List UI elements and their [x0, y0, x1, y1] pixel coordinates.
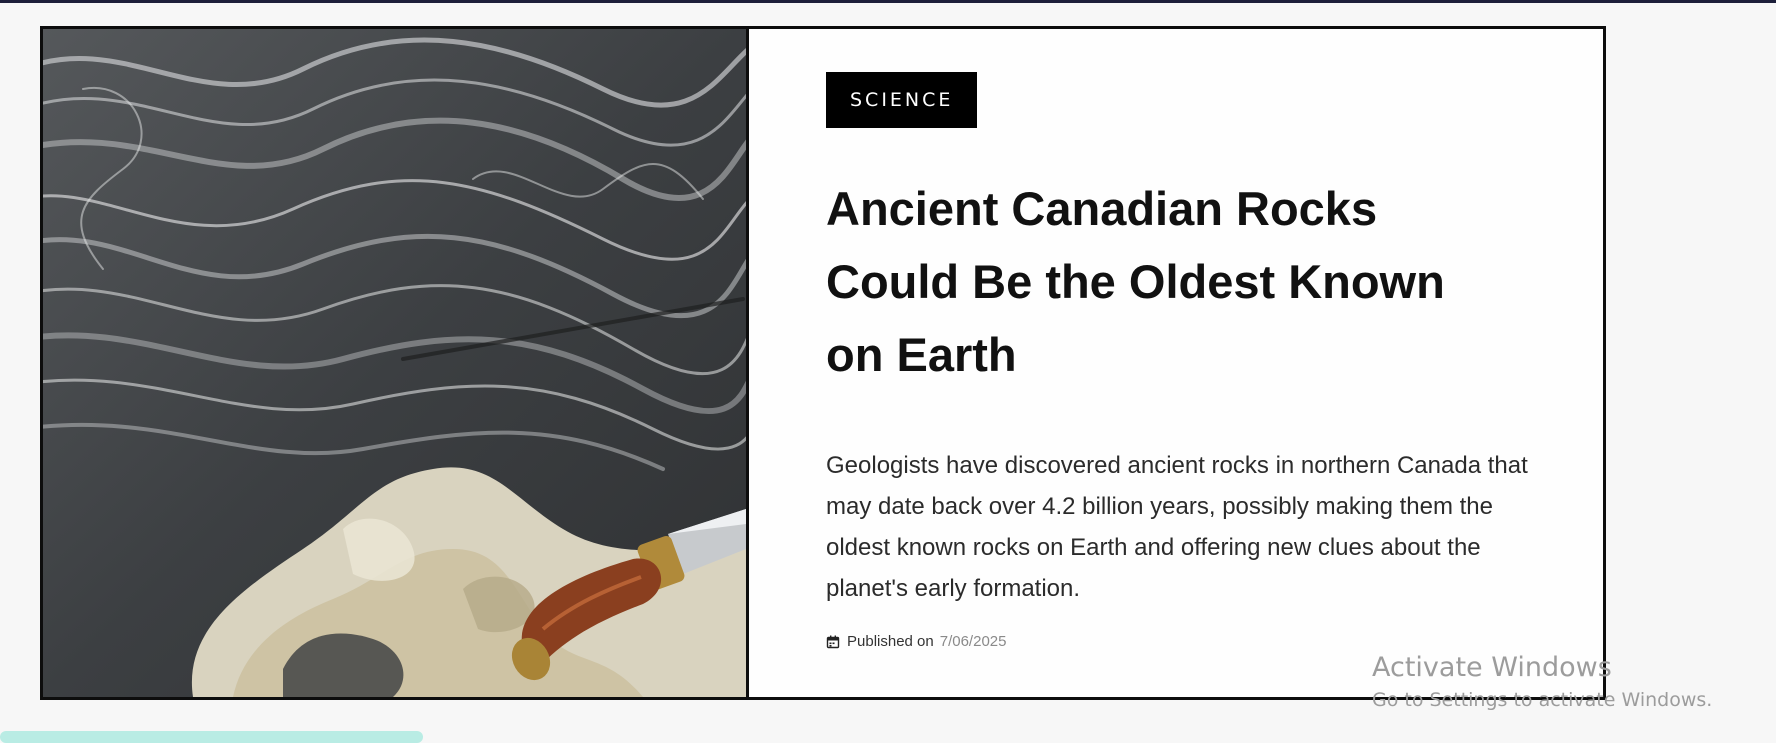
- article-description: Geologists have discovered ancient rocks…: [826, 452, 1528, 602]
- article-title[interactable]: Ancient Canadian Rocks Could Be the Olde…: [826, 172, 1506, 391]
- calendar-icon: [826, 635, 840, 648]
- category-tag[interactable]: SCIENCE: [826, 72, 978, 128]
- published-label: Published on: [847, 633, 934, 650]
- published-date: 7/06/2025: [939, 633, 1007, 650]
- publish-meta: Published on 7/06/2025: [826, 633, 1006, 650]
- article-image[interactable]: [43, 29, 749, 697]
- article-card[interactable]: SCIENCE Ancient Canadian Rocks Could Be …: [40, 26, 1606, 700]
- article-content: SCIENCE Ancient Canadian Rocks Could Be …: [749, 29, 1603, 697]
- next-card-edge: [0, 731, 423, 743]
- rock-photo: [43, 29, 746, 697]
- top-bar: [0, 0, 1776, 3]
